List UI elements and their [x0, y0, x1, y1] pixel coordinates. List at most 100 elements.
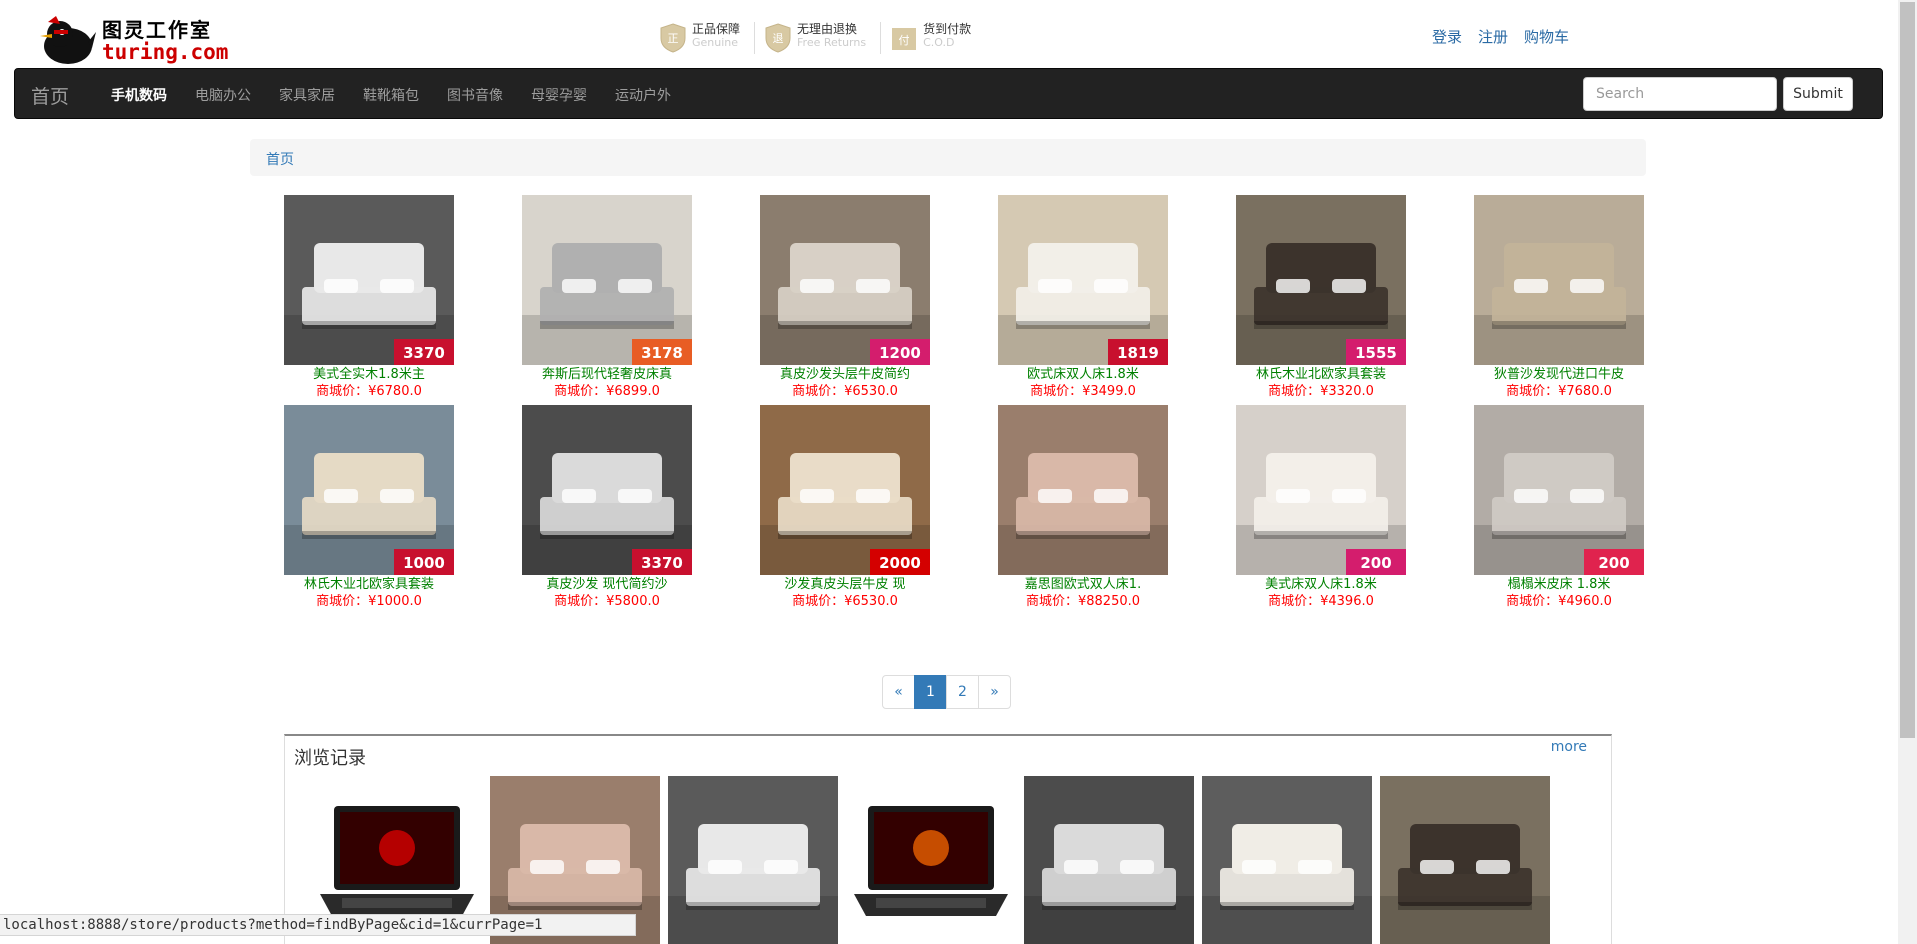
product-price: 商城价：¥4960.0: [1506, 594, 1612, 609]
nav-category-item[interactable]: 鞋靴箱包: [349, 85, 433, 105]
search-input[interactable]: [1583, 77, 1777, 111]
product-card[interactable]: 200 榻榻米皮床 1.8米 商城价：¥4960.0: [1440, 405, 1678, 615]
product-price: 商城价：¥6530.0: [792, 594, 898, 609]
product-image[interactable]: 3370: [522, 405, 692, 575]
product-image[interactable]: [998, 405, 1168, 575]
scrollbar-thumb[interactable]: [1900, 2, 1915, 738]
svg-text:2000: 2000: [879, 554, 921, 572]
product-image[interactable]: [1474, 195, 1644, 365]
product-name[interactable]: 狄普沙发现代进口牛皮: [1440, 367, 1678, 383]
svg-text:3178: 3178: [641, 344, 683, 362]
logo[interactable]: 图灵工作室 turing.com: [38, 8, 238, 66]
badge-genuine-sub: Genuine: [692, 36, 739, 49]
product-name[interactable]: 沙发真皮头层牛皮 现: [726, 577, 964, 593]
product-card[interactable]: 200 美式床双人床1.8米 商城价：¥4396.0: [1202, 405, 1440, 615]
product-image[interactable]: 1200: [760, 195, 930, 365]
nav-category-item[interactable]: 家具家居: [265, 85, 349, 105]
product-image[interactable]: 2000: [760, 405, 930, 575]
svg-text:1819: 1819: [1117, 344, 1159, 362]
svg-text:1555: 1555: [1355, 344, 1397, 362]
product-image[interactable]: 200: [1236, 405, 1406, 575]
product-card[interactable]: 1000 林氏木业北欧家具套装 商城价：¥1000.0: [250, 405, 488, 615]
pagination: « 1 2 »: [882, 675, 1011, 709]
product-card[interactable]: 狄普沙发现代进口牛皮 商城价：¥7680.0: [1440, 195, 1678, 405]
submit-button[interactable]: Submit: [1783, 77, 1853, 111]
product-price: 商城价：¥7680.0: [1506, 384, 1612, 399]
badge-genuine-title: 正品保障: [692, 22, 741, 36]
history-item[interactable]: [668, 776, 838, 944]
product-name[interactable]: 美式全实木1.8米主: [250, 367, 488, 383]
product-image[interactable]: 1000: [284, 405, 454, 575]
product-image[interactable]: 1819: [998, 195, 1168, 365]
product-image[interactable]: 1555: [1236, 195, 1406, 365]
user-links: 登录 注册 购物车: [1432, 26, 1585, 47]
history-item[interactable]: [1380, 776, 1550, 944]
register-link[interactable]: 注册: [1478, 26, 1508, 47]
product-image[interactable]: 3178: [522, 195, 692, 365]
nav-category-item[interactable]: 手机数码: [97, 85, 181, 105]
product-image[interactable]: 200: [1474, 405, 1644, 575]
top-header: 图灵工作室 turing.com 正 正品保障 Genuine 退 无理由退换 Fr…: [0, 0, 1898, 68]
product-name[interactable]: 真皮沙发 现代简约沙: [488, 577, 726, 593]
pagination-page-2[interactable]: 2: [946, 675, 979, 709]
product-name[interactable]: 林氏木业北欧家具套装: [250, 577, 488, 593]
svg-text:正: 正: [668, 32, 679, 45]
cart-link[interactable]: 购物车: [1524, 26, 1569, 47]
product-name[interactable]: 奔斯后现代轻奢皮床真: [488, 367, 726, 383]
badge-returns-sub: Free Returns: [797, 36, 867, 49]
svg-text:200: 200: [1598, 554, 1629, 572]
svg-text:1200: 1200: [879, 344, 921, 362]
product-price: 商城价：¥5800.0: [554, 594, 660, 609]
history-item[interactable]: [1024, 776, 1194, 944]
nav-category-item[interactable]: 图书音像: [433, 85, 517, 105]
history-more-link[interactable]: more: [1551, 739, 1587, 755]
product-card[interactable]: 3370 真皮沙发 现代简约沙 商城价：¥5800.0: [488, 405, 726, 615]
product-card[interactable]: 2000 沙发真皮头层牛皮 现商城价：¥6530.0: [726, 405, 964, 615]
product-card[interactable]: 1819 欧式床双人床1.8米 商城价：¥3499.0: [964, 195, 1202, 405]
breadcrumb: 首页: [250, 139, 1646, 176]
pagination-page-1[interactable]: 1: [914, 675, 947, 709]
nav-category-item[interactable]: 电脑办公: [181, 85, 265, 105]
svg-text:1000: 1000: [403, 554, 445, 572]
badge-genuine: 正 正品保障 Genuine: [658, 22, 740, 56]
logo-text-cn: 图灵工作室: [102, 18, 212, 42]
main-navbar: 首页 手机数码电脑办公家具家居鞋靴箱包图书音像母婴孕婴运动户外 Submit: [14, 68, 1883, 119]
pagination-next[interactable]: »: [978, 675, 1011, 709]
product-name[interactable]: 嘉思图欧式双人床1.: [964, 577, 1202, 593]
svg-text:3370: 3370: [641, 554, 683, 572]
product-name[interactable]: 美式床双人床1.8米: [1202, 577, 1440, 593]
product-price: 商城价：¥1000.0: [316, 594, 422, 609]
product-card[interactable]: 嘉思图欧式双人床1. 商城价：¥88250.0: [964, 405, 1202, 615]
product-price: 商城价：¥6899.0: [554, 384, 660, 399]
product-name[interactable]: 真皮沙发头层牛皮简约: [726, 367, 964, 383]
product-name[interactable]: 林氏木业北欧家具套装: [1202, 367, 1440, 383]
product-price: 商城价：¥3320.0: [1268, 384, 1374, 399]
badge-cod: 付 货到付款 C.O.D: [889, 22, 971, 56]
product-card[interactable]: 3370 美式全实木1.8米主 商城价：¥6780.0: [250, 195, 488, 405]
badge-cod-title: 货到付款: [923, 22, 972, 36]
nav-category-item[interactable]: 母婴孕婴: [517, 85, 601, 105]
product-card[interactable]: 1200 真皮沙发头层牛皮简约 商城价：¥6530.0: [726, 195, 964, 405]
product-name[interactable]: 榻榻米皮床 1.8米: [1440, 577, 1678, 593]
history-item[interactable]: [846, 776, 1016, 944]
badge-returns: 退 无理由退换 Free Returns: [763, 22, 866, 56]
product-card[interactable]: 1555 林氏木业北欧家具套装 商城价：¥3320.0: [1202, 195, 1440, 405]
svg-text:付: 付: [899, 34, 910, 47]
product-name[interactable]: 欧式床双人床1.8米: [964, 367, 1202, 383]
service-badges: 正 正品保障 Genuine 退 无理由退换 Free Returns 付 货到付款…: [658, 22, 985, 56]
product-image[interactable]: 3370: [284, 195, 454, 365]
breadcrumb-home-link[interactable]: 首页: [266, 149, 294, 169]
svg-text:退: 退: [773, 32, 784, 45]
history-item[interactable]: [1202, 776, 1372, 944]
logo-text-en: turing.com: [102, 40, 229, 64]
nav-category-item[interactable]: 运动户外: [601, 85, 685, 105]
pagination-prev[interactable]: «: [882, 675, 915, 709]
nav-brand-home[interactable]: 首页: [31, 82, 69, 109]
product-price: 商城价：¥6780.0: [316, 384, 422, 399]
page-scrollbar[interactable]: [1898, 0, 1917, 944]
cash-on-delivery-icon: 付: [892, 28, 917, 50]
badge-divider: [880, 22, 882, 54]
badge-returns-title: 无理由退换: [797, 22, 858, 36]
login-link[interactable]: 登录: [1432, 26, 1462, 47]
product-card[interactable]: 3178 奔斯后现代轻奢皮床真 商城价：¥6899.0: [488, 195, 726, 405]
